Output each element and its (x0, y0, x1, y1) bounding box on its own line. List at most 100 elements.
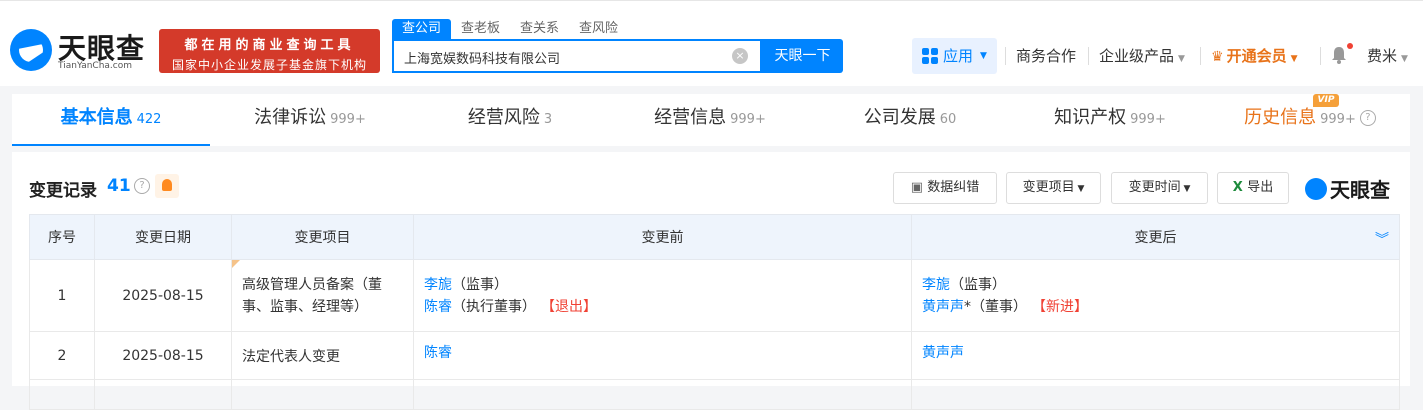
user-menu[interactable]: 费米 ▼ (1367, 45, 1408, 66)
company-tabs: 基本信息 422 法律诉讼 999+ 经营风险 3 经营信息 999+ 公司发展 60 知… (12, 94, 1410, 146)
apps-label: 应用 (943, 47, 974, 65)
search-tab-relation[interactable]: 查关系 (510, 19, 569, 39)
person-role: （监事） (950, 276, 1006, 293)
search-tab-boss[interactable]: 查老板 (451, 19, 510, 39)
change-item-filter[interactable]: 变更项目 ▼ (1006, 172, 1101, 204)
tab-legal[interactable]: 法律诉讼 999+ (210, 94, 410, 146)
tab-count: 60 (939, 112, 957, 127)
row-after: 李旎（监事） 黄声声*（董事） 【新进】 (911, 259, 1400, 332)
table-row: 2 2025-08-15 法定代表人变更 陈睿 黄声声 (29, 331, 1400, 380)
tab-operation-risk[interactable]: 经营风险 3 (410, 94, 610, 146)
change-time-filter[interactable]: 变更时间 ▼ (1111, 172, 1208, 204)
slogan-line1: 都在用的商业查询工具 (184, 38, 355, 53)
brand-text: 天眼查 (1330, 178, 1390, 202)
tab-basic-info[interactable]: 基本信息 422 (12, 94, 210, 146)
after-entry: 李旎（监事） (922, 274, 1389, 296)
notification-dot (1347, 43, 1353, 49)
export-label: 导出 (1247, 180, 1274, 195)
table-row (29, 379, 1400, 410)
slogan-banner[interactable]: 都在用的商业查询工具 国家中小企业发展子基金旗下机构 (159, 29, 380, 73)
tab-count: 999+ (1320, 112, 1356, 127)
help-icon[interactable]: ? (134, 178, 150, 194)
excel-icon: X (1232, 180, 1248, 195)
chevron-down-icon: ▼ (1290, 54, 1298, 64)
tab-operation-info[interactable]: 经营信息 999+ (610, 94, 810, 146)
row-after: 黄声声 (911, 331, 1400, 380)
row-before: 李旎（监事） 陈睿（执行董事） 【退出】 (413, 259, 912, 332)
nav-business-cooperation[interactable]: 商务合作 (1016, 45, 1076, 66)
change-records-table: 序号 变更日期 变更项目 变更前 变更后 ︾ 1 2025-08-15 高级管理… (29, 214, 1400, 410)
row-item-text: 高级管理人员备案（董事、监事、经理等） (242, 276, 382, 315)
corner-marker (232, 260, 240, 268)
tab-ip[interactable]: 知识产权 999+ (1010, 94, 1210, 146)
chevron-down-icon: ▼ (980, 51, 987, 61)
tab-history-info[interactable]: 历史信息 999+? (1210, 94, 1410, 146)
filter-label: 变更项目 (1022, 180, 1075, 195)
tab-company-development[interactable]: 公司发展 60 (810, 94, 1010, 146)
tab-count: 999+ (330, 112, 366, 127)
section-count: 41 (107, 176, 131, 196)
nav-open-vip[interactable]: ♛ 开通会员 ▼ (1211, 45, 1298, 66)
search-type-tabs: 查公司 查老板 查关系 查风险 (392, 19, 628, 39)
nav-divider (1200, 47, 1201, 65)
nav-vip-label: 开通会员 (1226, 47, 1287, 65)
col-header-after-label: 变更后 (1134, 230, 1177, 246)
row-no: 2 (29, 331, 95, 380)
nav-enterprise-label: 企业级产品 (1099, 47, 1175, 65)
search-tab-company[interactable]: 查公司 (392, 19, 452, 39)
bell-icon[interactable] (1331, 46, 1347, 64)
col-header-date: 变更日期 (94, 214, 232, 260)
tab-count: 999+ (1130, 112, 1166, 127)
caret-down-icon: ▼ (1180, 184, 1191, 194)
tianyancha-logo[interactable]: 天眼查 TianYanCha.com (10, 27, 152, 75)
tab-label: 公司发展 (863, 107, 936, 128)
logo-domain: TianYanCha.com (58, 61, 133, 71)
tab-label: 基本信息 (60, 107, 133, 128)
search-input[interactable]: 上海宽娱数码科技有限公司 × (392, 39, 762, 73)
apps-menu-button[interactable]: 应用 ▼ (912, 38, 997, 74)
export-button[interactable]: X 导出 (1217, 172, 1289, 204)
nav-divider (1320, 47, 1321, 65)
col-header-after: 变更后 ︾ (911, 214, 1400, 260)
tab-label: 知识产权 (1054, 107, 1127, 128)
crown-icon: ♛ (1211, 49, 1224, 65)
subscribe-alert-button[interactable] (155, 174, 179, 198)
slogan-line2: 国家中小企业发展子基金旗下机构 (171, 58, 367, 72)
data-correction-label: 数据纠错 (927, 180, 980, 195)
user-name: 费米 (1367, 47, 1398, 65)
report-icon: ▣ (910, 180, 928, 195)
row-item: 高级管理人员备案（董事、监事、经理等） (231, 259, 414, 332)
person-link[interactable]: 陈睿 (424, 345, 452, 361)
expand-all-icon[interactable]: ︾ (1375, 229, 1389, 249)
table-header-row: 序号 变更日期 变更项目 变更前 变更后 ︾ (29, 214, 1400, 260)
person-role: （监事） (452, 276, 508, 293)
tab-label: 经营信息 (654, 107, 727, 128)
row-date: 2025-08-15 (94, 259, 232, 332)
filter-label: 变更时间 (1128, 180, 1181, 195)
person-link[interactable]: 李旎 (424, 277, 452, 293)
before-entry: 李旎（监事） (424, 274, 901, 296)
row-before: 陈睿 (413, 331, 912, 380)
person-link[interactable]: 李旎 (922, 277, 950, 293)
person-link[interactable]: 黄声声 (922, 345, 964, 361)
search-tab-risk[interactable]: 查风险 (569, 19, 628, 39)
change-records-panel: 变更记录 41 ? ▣ 数据纠错 变更项目 ▼ 变更时间 ▼ X 导出 天眼查 … (12, 152, 1410, 410)
person-link[interactable]: 陈睿 (424, 299, 452, 315)
help-icon[interactable]: ? (1359, 110, 1376, 126)
logo-eye-icon (1305, 178, 1327, 200)
data-correction-button[interactable]: ▣ 数据纠错 (893, 172, 997, 204)
tab-count: 999+ (730, 112, 766, 127)
section-title: 变更记录 (29, 181, 97, 201)
after-entry: 黄声声*（董事） 【新进】 (922, 296, 1389, 318)
before-entry: 陈睿（执行董事） 【退出】 (424, 296, 901, 318)
nav-enterprise-products[interactable]: 企业级产品 ▼ (1099, 45, 1185, 66)
person-link[interactable]: 黄声声 (922, 299, 964, 315)
col-header-before: 变更前 (413, 214, 912, 260)
clear-icon[interactable]: × (732, 48, 748, 64)
tab-label: 经营风险 (467, 107, 540, 128)
person-role: *（董事） (964, 298, 1027, 315)
tab-label: 历史信息 (1244, 107, 1317, 128)
search-button[interactable]: 天眼一下 (762, 39, 843, 73)
tab-label: 法律诉讼 (254, 107, 327, 128)
table-row: 1 2025-08-15 高级管理人员备案（董事、监事、经理等） 李旎（监事） … (29, 259, 1400, 332)
